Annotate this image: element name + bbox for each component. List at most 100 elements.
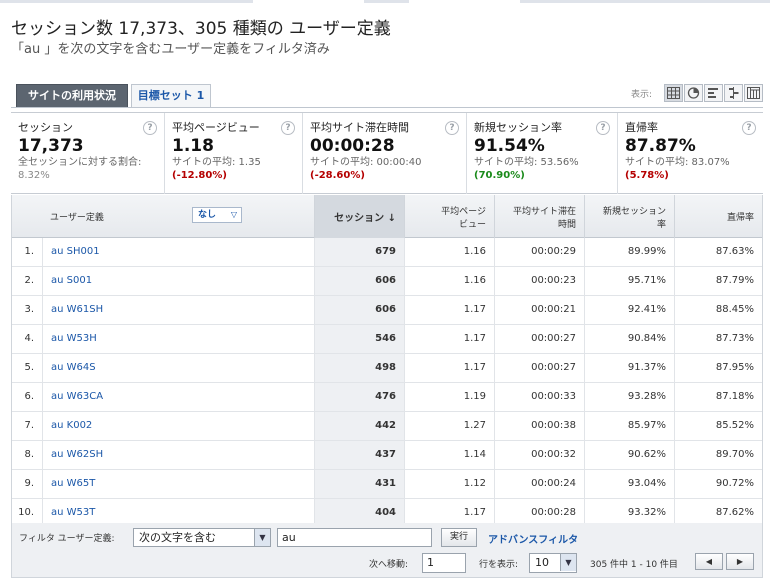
row-index: 4. [24,333,34,344]
row-sessions: 437 [314,441,404,469]
pivot-view-icon[interactable] [744,84,763,102]
dimension-link[interactable]: au W63CA [51,391,103,402]
dimension-link[interactable]: au W53T [51,507,95,518]
dimension-link[interactable]: au K002 [51,420,92,431]
scorecard-sub: サイトの平均: 00:00:40 [310,157,422,168]
scorecard-pageviews: 平均ページビュー 1.18 サイトの平均: 1.35 (-12.80%) ? [164,113,302,194]
row-pageviews: 1.17 [404,354,494,382]
help-icon[interactable]: ? [445,121,459,135]
row-bounce-rate: 87.95% [674,354,762,382]
scorecard-delta: 8.32% [18,170,50,181]
chevron-down-icon: ▼ [254,529,270,546]
table-view-icon[interactable] [664,84,683,102]
segment-dropdown-value: なし [198,210,217,220]
dimension-label: ユーザー定義 [50,213,104,223]
row-bounce-rate: 87.63% [674,238,762,266]
dimension-link[interactable]: au W62SH [51,449,103,460]
row-bounce-rate: 90.72% [674,470,762,498]
row-bounce-rate: 87.73% [674,325,762,353]
row-new-sessions: 91.37% [584,354,674,382]
row-new-sessions: 95.71% [584,267,674,295]
row-index: 8. [24,449,34,460]
filter-input[interactable]: au [277,528,432,547]
tab-goal-set-1[interactable]: 目標セット 1 [131,84,211,108]
dimension-link[interactable]: au W65T [51,478,95,489]
table-row: 3. au W61SH 606 1.17 00:00:21 92.41% 88.45% [12,296,762,325]
scorecard-delta: (-28.60%) [310,170,365,181]
header-bounce-rate[interactable]: 直帰率 [674,195,762,238]
dimension-link[interactable]: au W53H [51,333,97,344]
help-icon[interactable]: ? [143,121,157,135]
header-sessions[interactable]: セッション ↓ [314,195,404,238]
table-row: 8. au W62SH 437 1.14 00:00:32 90.62% 89.70% [12,441,762,470]
row-dimension: au W61SH [42,296,314,324]
row-duration: 00:00:24 [494,470,584,498]
scorecard-value: 1.18 [172,136,214,156]
dimension-link[interactable]: au W64S [51,362,96,373]
scorecard-delta: (5.78%) [625,170,669,181]
row-index: 6. [24,391,34,402]
row-duration: 00:00:29 [494,238,584,266]
chevron-down-icon: ▽ [230,210,237,219]
header-new-sessions[interactable]: 新規セッション 率 [584,195,674,238]
row-sessions: 679 [314,238,404,266]
prev-page-button[interactable]: ◀ [695,553,723,570]
row-duration: 00:00:33 [494,383,584,411]
dimension-link[interactable]: au S001 [51,275,92,286]
next-page-button[interactable]: ▶ [726,553,754,570]
chevron-down-icon: ▼ [560,554,576,571]
scorecard-value: 87.87% [625,136,696,156]
tab-site-usage[interactable]: サイトの利用状況 [16,84,128,108]
header-pageviews[interactable]: 平均ページ ビュー [404,195,494,238]
row-sessions: 546 [314,325,404,353]
row-index: 5. [24,362,34,373]
scorecards: セッション 17,373 全セッションに対する割合: 8.32% ? 平均ページ… [11,112,763,194]
help-icon[interactable]: ? [281,121,295,135]
table-row: 2. au S001 606 1.16 00:00:23 95.71% 87.79% [12,267,762,296]
advanced-filter-link[interactable]: アドバンスフィルタ [488,531,578,546]
row-sessions: 431 [314,470,404,498]
row-new-sessions: 85.97% [584,412,674,440]
row-pageviews: 1.17 [404,296,494,324]
row-dimension: au W64S [42,354,314,382]
goto-page-input[interactable]: 1 [422,553,466,573]
row-new-sessions: 89.99% [584,238,674,266]
scorecard-value: 00:00:28 [310,136,395,156]
pagination-range: 305 件中 1 - 10 件目 [590,560,678,570]
row-pageviews: 1.17 [404,325,494,353]
prev-arrow-icon: ◀ [705,557,713,566]
scorecard-duration: 平均サイト滞在時間 00:00:28 サイトの平均: 00:00:40 (-28… [302,113,466,194]
comparison-view-icon[interactable] [724,84,743,102]
page-subtitle: 「au 」を次の文字を含むユーザー定義をフィルタ済み [11,42,330,57]
filter-bar: フィルタ ユーザー定義: 次の文字を含む ▼ au 実行 アドバンスフィルタ 次… [11,523,763,578]
scorecard-label: 平均サイト滞在時間 [310,121,409,134]
row-dimension: au W62SH [42,441,314,469]
row-dimension: au W63CA [42,383,314,411]
next-arrow-icon: ▶ [736,557,744,566]
top-border-segment [520,0,770,3]
table-header: ユーザー定義 なし ▽ セッション ↓ 平均ページ ビュー 平均サイト滞在 時間… [12,195,762,238]
segment-dropdown[interactable]: なし ▽ [192,207,242,223]
dimension-link[interactable]: au W61SH [51,304,103,315]
performance-view-icon[interactable] [704,84,723,102]
row-sessions: 476 [314,383,404,411]
apply-filter-button[interactable]: 実行 [441,528,477,547]
row-new-sessions: 93.28% [584,383,674,411]
row-duration: 00:00:27 [494,325,584,353]
filter-match-select[interactable]: 次の文字を含む ▼ [133,528,271,547]
pie-view-icon[interactable] [684,84,703,102]
scorecard-value: 17,373 [18,136,84,156]
table-row: 9. au W65T 431 1.12 00:00:24 93.04% 90.72% [12,470,762,499]
help-icon[interactable]: ? [596,121,610,135]
filter-label: フィルタ ユーザー定義: [19,534,115,544]
header-duration[interactable]: 平均サイト滞在 時間 [494,195,584,238]
data-table: ユーザー定義 なし ▽ セッション ↓ 平均ページ ビュー 平均サイト滞在 時間… [11,195,763,528]
row-bounce-rate: 87.18% [674,383,762,411]
row-sessions: 442 [314,412,404,440]
row-index: 7. [24,420,34,431]
row-duration: 00:00:38 [494,412,584,440]
rows-per-page-select[interactable]: 10 ▼ [529,553,577,573]
row-pageviews: 1.14 [404,441,494,469]
help-icon[interactable]: ? [742,121,756,135]
dimension-link[interactable]: au SH001 [51,246,100,257]
